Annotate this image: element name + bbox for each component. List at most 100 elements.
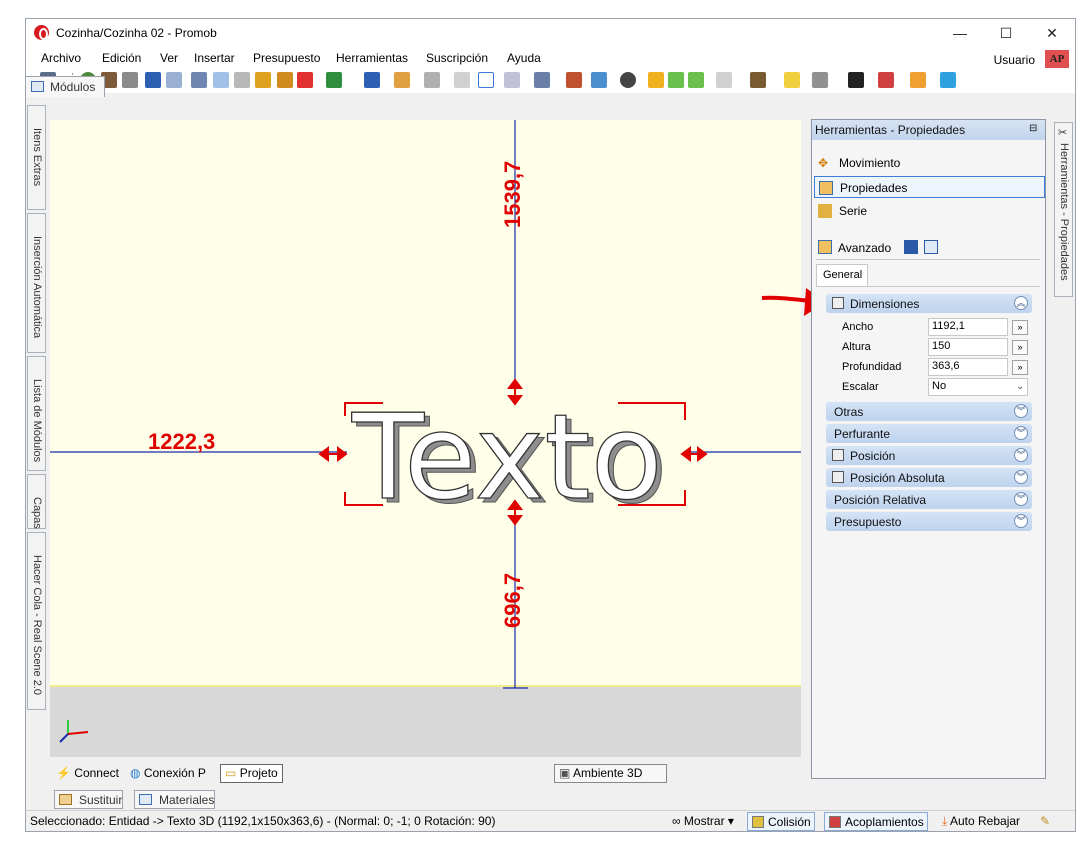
tab-hacer-cola[interactable]: Hacer Cola - Real Scene 2.0 [27, 532, 46, 710]
measure-icon[interactable] [504, 72, 520, 88]
palette-icon[interactable] [878, 72, 894, 88]
tab-conexion[interactable]: ◍ Conexión P [130, 764, 206, 783]
menu-suscripcion[interactable]: Suscripción [426, 51, 488, 65]
wrench-icon[interactable]: ✎ [1040, 814, 1050, 828]
expand-icon[interactable]: ︾ [1014, 426, 1028, 440]
colision-toggle[interactable]: Colisión [747, 812, 815, 831]
ancho-field[interactable]: 1192,1 [928, 318, 1008, 336]
apply-icon[interactable] [277, 72, 293, 88]
block-icon[interactable] [454, 72, 470, 88]
menu-archivo[interactable]: Archivo [41, 51, 81, 65]
budget-icon[interactable] [326, 72, 342, 88]
tab-capas[interactable]: Capas [27, 474, 46, 529]
panel-item-serie[interactable]: Serie [814, 200, 1045, 222]
eye-icon[interactable] [620, 72, 636, 88]
tab-herramientas-propiedades[interactable]: ✂ Herramientas - Propiedades [1054, 122, 1073, 297]
menu-herramientas[interactable]: Herramientas [336, 51, 408, 65]
paste-icon[interactable] [234, 72, 250, 88]
menu-presupuesto[interactable]: Presupuesto [253, 51, 320, 65]
expand-icon[interactable]: ︾ [1014, 404, 1028, 418]
glasses-icon: ∞ [672, 814, 681, 828]
view-box-icon[interactable] [716, 72, 732, 88]
group-otras[interactable]: Otras ︾ [826, 402, 1032, 421]
user-avatar[interactable]: AP [1045, 50, 1069, 68]
expand-icon[interactable]: ︾ [1014, 448, 1028, 462]
group-dimensiones[interactable]: Dimensiones ︽ [826, 294, 1032, 313]
pin-icon[interactable]: ⊟ [1029, 123, 1041, 134]
chevron-down-icon[interactable]: ⌄ [1016, 381, 1024, 392]
delete-icon[interactable] [297, 72, 313, 88]
undo-icon[interactable] [145, 72, 161, 88]
arrow-left-icon[interactable] [668, 72, 684, 88]
view-3d-icon[interactable] [591, 72, 607, 88]
tab-sustituir[interactable]: Sustituir [54, 790, 124, 809]
text-3d-object[interactable]: Texto [350, 387, 663, 526]
tab-ambiente-3d[interactable]: ▣ Ambiente 3D [554, 764, 668, 783]
profundidad-more-button[interactable]: » [1012, 360, 1028, 375]
cut-icon[interactable] [191, 72, 207, 88]
expand-icon[interactable]: ︾ [1014, 514, 1028, 528]
print-icon[interactable] [122, 72, 138, 88]
advanced-label[interactable]: Avanzado [838, 241, 891, 255]
expand-icon[interactable]: ︾ [1014, 492, 1028, 506]
user-icon[interactable] [910, 72, 926, 88]
tab-projeto[interactable]: ▭ Projeto [220, 764, 283, 783]
menu-ver[interactable]: Ver [160, 51, 178, 65]
replace-icon [59, 794, 72, 805]
collision-icon [752, 816, 764, 828]
grid-view-icon[interactable] [924, 240, 938, 254]
ancho-more-button[interactable]: » [1012, 320, 1028, 335]
tab-general[interactable]: General [816, 264, 868, 286]
module-icon[interactable] [648, 72, 664, 88]
select-pointer-icon[interactable] [478, 72, 494, 88]
profundidad-field[interactable]: 363,6 [928, 358, 1008, 376]
tab-lista-modulos[interactable]: Lista de Módulos [27, 356, 46, 471]
auto-rebajar-toggle[interactable]: ⤓ Auto Rebajar [942, 814, 1020, 829]
pick-icon[interactable] [255, 72, 271, 88]
cube-icon[interactable] [750, 72, 766, 88]
acoplamientos-toggle[interactable]: Acoplamientos [824, 812, 928, 831]
panel-item-movimiento[interactable]: ✥ Movimiento [814, 152, 1045, 174]
group-posicion-relativa[interactable]: Posición Relativa ︾ [826, 490, 1032, 509]
menu-ayuda[interactable]: Ayuda [507, 51, 541, 65]
group-posicion-absoluta[interactable]: Posición Absoluta ︾ [826, 468, 1032, 487]
group-perfurante[interactable]: Perfurante ︾ [826, 424, 1032, 443]
user-menu[interactable]: Usuario [994, 53, 1035, 67]
group-presupuesto[interactable]: Presupuesto ︾ [826, 512, 1032, 531]
auto-lower-icon: ⤓ [942, 814, 948, 828]
camera-icon[interactable] [812, 72, 828, 88]
3d-viewport[interactable]: Texto Texto 1539,7 1222,3 696,7 [50, 120, 801, 757]
group-posicion[interactable]: Posición ︾ [826, 446, 1032, 465]
panel-item-propiedades[interactable]: Propiedades [814, 176, 1045, 198]
tab-insercion-automatica[interactable]: Inserción Automática [27, 213, 46, 353]
menu-edicion[interactable]: Edición [102, 51, 141, 65]
minimize-button[interactable]: — [937, 19, 983, 47]
arrow-right-icon[interactable] [688, 72, 704, 88]
layers-icon[interactable] [534, 72, 550, 88]
menu-insertar[interactable]: Insertar [194, 51, 235, 65]
tab-materiales[interactable]: Materiales [134, 790, 216, 809]
elevation-icon[interactable] [566, 72, 582, 88]
tab-modulos[interactable]: Módulos [25, 76, 105, 97]
list-view-icon[interactable] [904, 240, 918, 254]
copy-icon[interactable] [213, 72, 229, 88]
close-button[interactable]: ✕ [1029, 19, 1075, 47]
text-icon[interactable] [364, 72, 380, 88]
chat-icon[interactable] [940, 72, 956, 88]
center-icon[interactable] [848, 72, 864, 88]
mostrar-dropdown[interactable]: ∞ Mostrar ▾ [672, 814, 734, 828]
altura-more-button[interactable]: » [1012, 340, 1028, 355]
escalar-select[interactable]: No [928, 378, 1028, 396]
redo-icon[interactable] [166, 72, 182, 88]
align-icon[interactable] [394, 72, 410, 88]
collapse-icon[interactable]: ︽ [1014, 296, 1028, 310]
tab-itens-extras[interactable]: Itens Extras [27, 105, 46, 210]
window-title: Cozinha/Cozinha 02 - Promob [56, 26, 217, 40]
move-icon: ✥ [818, 156, 829, 170]
expand-icon[interactable]: ︾ [1014, 470, 1028, 484]
tab-connect[interactable]: ⚡ Connect [56, 764, 119, 783]
maximize-button[interactable]: ☐ [983, 19, 1029, 47]
shape-icon[interactable] [424, 72, 440, 88]
light-icon[interactable] [784, 72, 800, 88]
altura-field[interactable]: 150 [928, 338, 1008, 356]
